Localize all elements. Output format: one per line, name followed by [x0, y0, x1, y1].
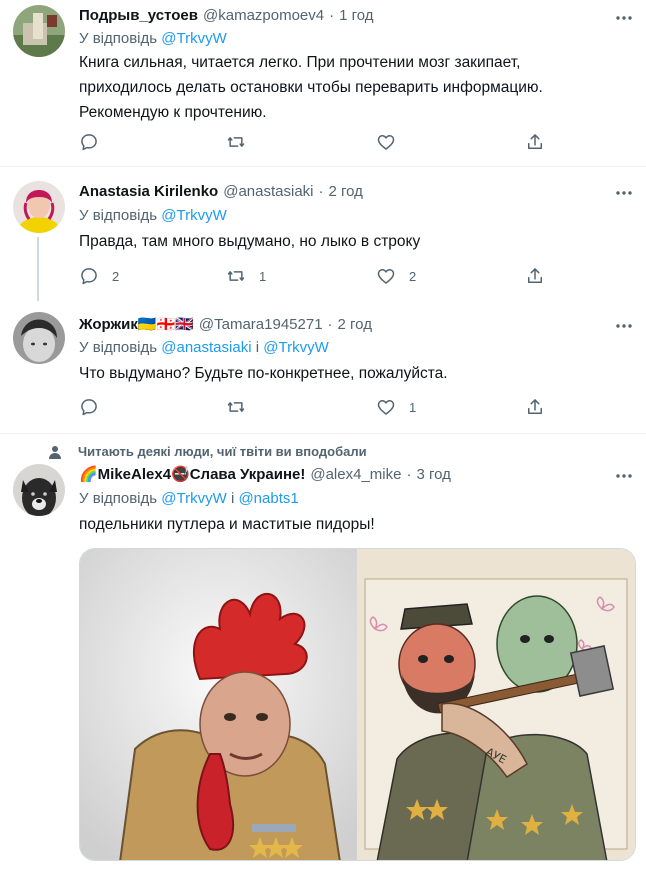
author-handle[interactable]: @Tamara1945271 — [199, 316, 323, 333]
more-icon — [616, 324, 632, 328]
like-button[interactable]: 2 — [376, 266, 416, 286]
retweet-icon — [227, 271, 245, 281]
heart-icon — [377, 400, 395, 415]
text-line: Правда, там много выдумано, но лыко в ст… — [79, 233, 421, 250]
text-line: Книга сильная, читается легко. При прочт… — [79, 54, 521, 71]
share-button[interactable] — [525, 266, 545, 286]
tweet[interactable]: Подрыв_устоев @kamazpomoev4 · 1 год У ві… — [0, 0, 646, 166]
tweet-header: Anastasia Kirilenko @anastasiaki · 2 год — [79, 181, 363, 201]
author-name[interactable]: Anastasia Kirilenko — [79, 183, 218, 200]
timestamp[interactable]: 3 год — [416, 466, 450, 483]
timestamp[interactable]: 1 год — [339, 7, 373, 24]
action-bar — [79, 132, 549, 152]
tweet-header: Подрыв_устоев @kamazpomoev4 · 1 год — [79, 5, 374, 25]
heart-icon — [377, 135, 395, 150]
tweet-text: Книга сильная, читается легко. При прочт… — [79, 50, 624, 125]
like-count: 1 — [409, 399, 417, 415]
reply-context: У відповідь @anastasiaki і @TrkvyW — [79, 339, 329, 356]
mention-link[interactable]: @TrkvyW — [161, 207, 227, 224]
reply-prefix: У відповідь — [79, 30, 158, 47]
share-icon — [528, 399, 542, 414]
retweet-button[interactable] — [226, 397, 259, 417]
author-handle[interactable]: @alex4_mike — [310, 466, 401, 483]
tweet[interactable]: Anastasia Kirilenko @anastasiaki · 2 год… — [0, 167, 646, 301]
like-count: 2 — [409, 268, 417, 284]
more-button[interactable] — [614, 466, 634, 486]
author-handle[interactable]: @kamazpomoev4 — [203, 7, 324, 24]
action-bar: 2 1 2 — [79, 266, 549, 286]
mention-link[interactable]: @anastasiaki — [161, 339, 251, 356]
tweet[interactable]: Жоржик🇺🇦🇬🇪🇬🇧 @Tamara1945271 · 2 год У ві… — [0, 300, 646, 430]
reply-icon — [81, 399, 97, 416]
share-button[interactable] — [525, 397, 545, 417]
tweet-header: Жоржик🇺🇦🇬🇪🇬🇧 @Tamara1945271 · 2 год — [79, 314, 372, 334]
like-button[interactable]: 1 — [376, 397, 416, 417]
media-image[interactable] — [80, 549, 357, 860]
reply-prefix: У відповідь — [79, 207, 158, 224]
thread-line — [37, 237, 39, 301]
reply-context: У відповідь @TrkvyW і @nabts1 — [79, 490, 299, 507]
reply-context: У відповідь @TrkvyW — [79, 207, 227, 224]
timestamp[interactable]: 2 год — [338, 316, 372, 333]
reply-button[interactable]: 2 — [79, 266, 119, 286]
more-icon — [616, 16, 632, 20]
share-button[interactable] — [525, 132, 545, 152]
media-image[interactable]: АУЕ — [357, 549, 635, 860]
reply-prefix: У відповідь — [79, 490, 158, 507]
retweet-icon — [227, 402, 245, 412]
like-button[interactable] — [376, 132, 409, 152]
mention-link[interactable]: @TrkvyW — [161, 490, 227, 507]
reply-button[interactable] — [79, 397, 112, 417]
heart-icon — [377, 269, 395, 284]
avatar[interactable] — [13, 181, 65, 233]
mention-link[interactable]: @TrkvyW — [161, 30, 227, 47]
more-button[interactable] — [614, 8, 634, 28]
more-button[interactable] — [614, 316, 634, 336]
author-name[interactable]: Подрыв_устоев — [79, 7, 198, 24]
tweet-text: Правда, там много выдумано, но лыко в ст… — [79, 229, 624, 254]
avatar[interactable] — [13, 312, 65, 364]
action-bar: 1 — [79, 397, 549, 417]
tweet-text: подельники путлера и маститые пидоры! — [79, 512, 624, 537]
retweet-count: 1 — [259, 268, 267, 284]
retweet-button[interactable] — [226, 132, 259, 152]
share-icon — [528, 134, 542, 149]
mention-link[interactable]: @nabts1 — [238, 490, 298, 507]
more-button[interactable] — [614, 183, 634, 203]
reply-context: У відповідь @TrkvyW — [79, 30, 227, 47]
author-handle[interactable]: @anastasiaki — [223, 183, 313, 200]
author-name[interactable]: Жоржик🇺🇦🇬🇪🇬🇧 — [79, 315, 194, 333]
retweet-button[interactable]: 1 — [226, 266, 266, 286]
avatar[interactable] — [13, 464, 65, 516]
media-grid[interactable]: АУЕ — [79, 548, 636, 861]
share-icon — [528, 268, 542, 283]
text-line: Рекомендую к прочтению. — [79, 104, 267, 121]
reply-icon — [81, 268, 97, 285]
reply-icon — [81, 134, 97, 151]
text-line: приходилось делать остановки чтобы перев… — [79, 79, 543, 96]
reply-joiner: і — [230, 490, 235, 507]
more-icon — [616, 474, 632, 478]
author-name[interactable]: 🌈MikeAlex4🚭Слава Украине! — [79, 465, 305, 483]
reply-button[interactable] — [79, 132, 112, 152]
retweet-icon — [227, 137, 245, 147]
text-line: Что выдумано? Будьте по-конкретнее, пожа… — [79, 365, 448, 382]
timestamp[interactable]: 2 год — [329, 183, 363, 200]
tweet-text: Что выдумано? Будьте по-конкретнее, пожа… — [79, 361, 624, 386]
reply-joiner: і — [255, 339, 260, 356]
more-icon — [616, 191, 632, 195]
avatar[interactable] — [13, 5, 65, 57]
text-line: подельники путлера и маститые пидоры! — [79, 516, 375, 533]
mention-link[interactable]: @TrkvyW — [263, 339, 329, 356]
reply-prefix: У відповідь — [79, 339, 158, 356]
tweet-header: 🌈MikeAlex4🚭Слава Украине! @alex4_mike · … — [79, 464, 451, 484]
separator-dot: · — [327, 315, 333, 333]
separator-dot: · — [318, 182, 324, 200]
separator-dot: · — [406, 465, 412, 483]
reply-count: 2 — [112, 268, 120, 284]
separator-dot: · — [329, 6, 335, 24]
